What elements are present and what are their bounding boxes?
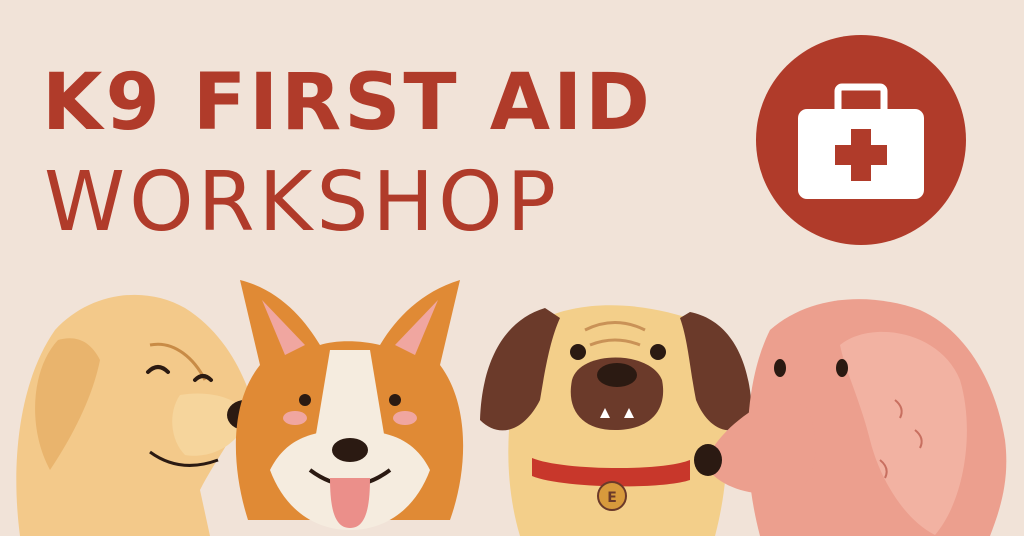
pug: E: [480, 305, 752, 536]
dogs-illustration: E: [16, 280, 1007, 536]
corgi: [235, 280, 464, 530]
workshop-banner: K9 FIRST AID WORKSHOP E: [0, 0, 1024, 536]
golden-retriever: [16, 294, 263, 536]
pug-tag-letter: E: [607, 490, 617, 506]
